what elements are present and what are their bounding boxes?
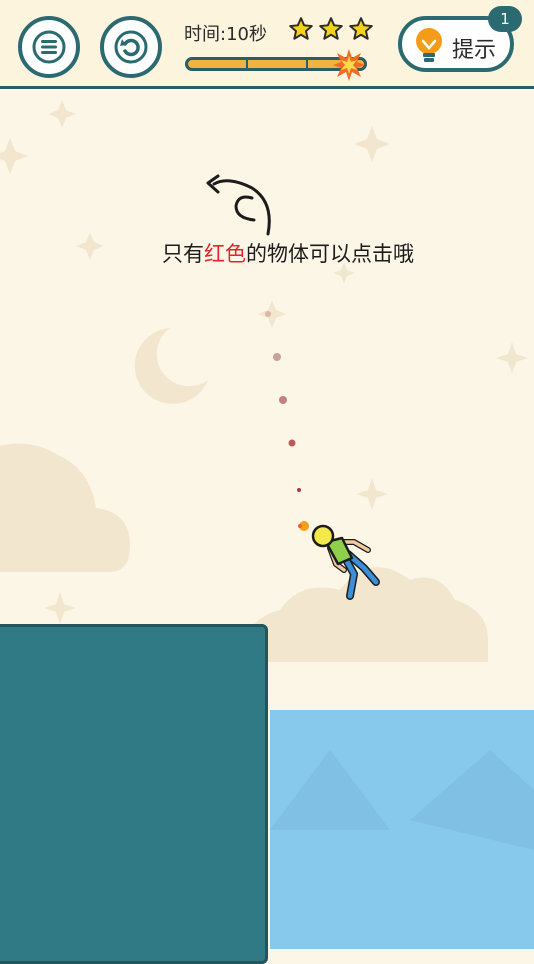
trajectory-dot (288, 439, 296, 447)
trajectory-dot (297, 488, 301, 492)
platform-block (0, 624, 268, 964)
trajectory-dot (279, 396, 287, 404)
trajectory-dot (265, 311, 271, 317)
trajectory-dot (273, 353, 281, 361)
water-area (270, 710, 534, 949)
stickman-character[interactable] (292, 512, 392, 612)
